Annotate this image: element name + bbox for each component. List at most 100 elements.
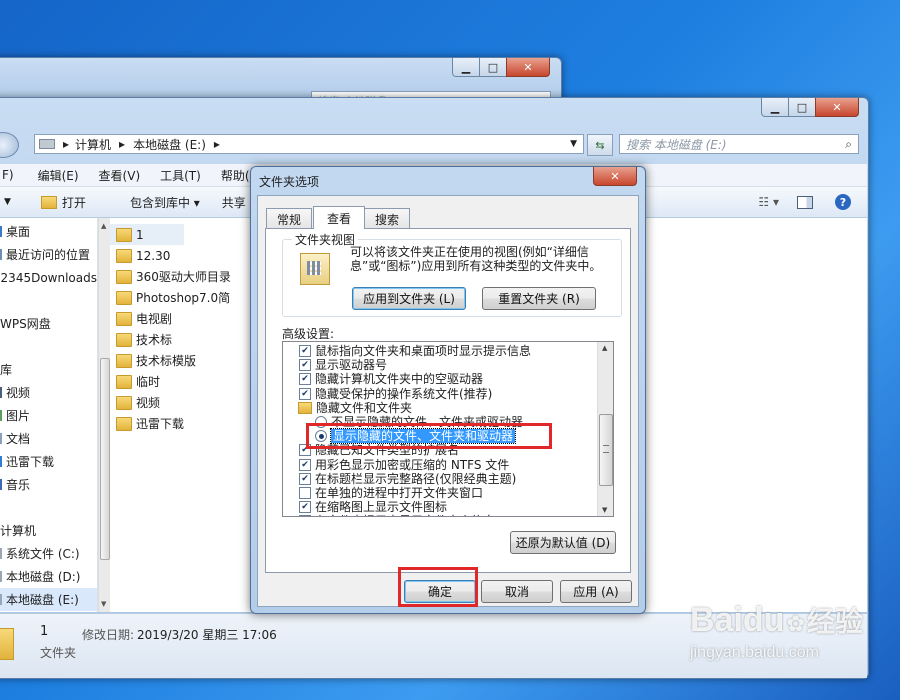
checkbox-checked[interactable]: ✔ — [299, 458, 311, 471]
advanced-setting-row[interactable]: ✔ 显示驱动器号 — [283, 358, 613, 372]
folder-icon — [116, 374, 132, 389]
nav-item — [0, 289, 97, 312]
checkbox-checked[interactable]: ✔ — [299, 515, 311, 516]
nav-item[interactable]: 本地磁盘 (D:) — [0, 565, 97, 588]
advanced-setting-label: 鼠标指向文件夹和桌面项时显示提示信息 — [315, 344, 532, 359]
nav-item[interactable]: 本地磁盘 (E:) — [0, 588, 97, 611]
nav-item-label: 本地磁盘 (E:) — [6, 593, 79, 607]
back-arrow-icon[interactable] — [0, 132, 19, 158]
apply-button-label: 应用 (A) — [573, 585, 619, 599]
checkbox-unchecked[interactable] — [299, 486, 311, 499]
nav-item[interactable]: WPS网盘 — [0, 312, 97, 335]
reset-folders-button[interactable]: 重置文件夹 (R) — [482, 287, 596, 310]
nav-item-label: 库 — [0, 363, 13, 377]
nav-item[interactable]: 系统文件 (C:) — [0, 542, 97, 565]
folder-icon — [116, 290, 132, 305]
nav-item[interactable]: 音乐 — [0, 473, 97, 496]
maximize-button[interactable]: □ — [788, 98, 816, 117]
menu-edit[interactable]: 编辑(E) — [24, 167, 89, 184]
help-icon[interactable]: ? — [835, 194, 851, 210]
folder-icon — [116, 311, 132, 326]
nav-item-label: WPS网盘 — [0, 317, 51, 331]
list-item[interactable]: 1 — [110, 224, 184, 245]
checkbox-checked[interactable]: ✔ — [299, 472, 311, 485]
restore-defaults-button[interactable]: 还原为默认值 (D) — [510, 531, 616, 554]
tab-general[interactable]: 常规 — [266, 208, 312, 229]
nav-item-label: 本地磁盘 (D:) — [6, 570, 81, 584]
search-input[interactable]: 搜索 本地磁盘 (E:) ⌕ — [619, 134, 859, 154]
tab-search[interactable]: 搜索 — [364, 208, 410, 229]
advanced-setting-row[interactable]: 隐藏文件和文件夹 — [283, 401, 613, 415]
menu-tools[interactable]: 工具(T) — [150, 167, 211, 184]
breadcrumb-separator: ▸ — [63, 137, 70, 151]
tab-view[interactable]: 查看 — [313, 206, 365, 229]
nav-item-label: 迅雷下载 — [6, 455, 55, 469]
nav-item[interactable]: 桌面 — [0, 220, 97, 243]
file-name: 迅雷下载 — [136, 417, 185, 431]
desktop-icon — [0, 226, 2, 237]
advanced-setting-row[interactable]: ✔ 在缩略图上显示文件图标 — [283, 500, 613, 514]
navigation-scrollbar[interactable]: ▲ ▼ — [98, 218, 110, 612]
breadcrumb-computer[interactable]: 计算机 — [75, 136, 111, 153]
scrollbar-thumb[interactable] — [599, 414, 613, 486]
nav-item[interactable]: 计算机 — [0, 519, 97, 542]
maximize-button[interactable]: □ — [479, 58, 507, 77]
nav-item[interactable]: 2345Downloads — [0, 266, 97, 289]
nav-item-label: 图片 — [6, 409, 31, 423]
tab-view-label: 查看 — [326, 211, 351, 226]
close-button[interactable]: ✕ — [815, 98, 859, 117]
minimize-button[interactable]: ▁ — [761, 98, 789, 117]
apply-button[interactable]: 应用 (A) — [560, 580, 632, 603]
folder-icon — [116, 395, 132, 410]
apply-to-folders-button[interactable]: 应用到文件夹 (L) — [352, 287, 466, 310]
advanced-setting-row[interactable]: ✔ 在文件夹提示中显示文件大小信息 — [283, 514, 613, 516]
advanced-setting-row[interactable]: 在单独的进程中打开文件夹窗口 — [283, 486, 613, 500]
download-icon — [0, 456, 2, 467]
advanced-setting-row[interactable]: ✔ 隐藏受保护的操作系统文件(推荐) — [283, 387, 613, 401]
highlight-annotation-ok — [398, 567, 478, 607]
nav-item[interactable]: 最近访问的位置 — [0, 243, 97, 266]
minimize-button[interactable]: ▁ — [452, 58, 480, 77]
nav-item[interactable]: 库 — [0, 358, 97, 381]
baidu-watermark: Baidu ✿ 经验 jingyan.baidu.com — [690, 600, 890, 690]
menu-view[interactable]: 查看(V) — [89, 167, 151, 184]
checkbox-checked[interactable]: ✔ — [299, 373, 311, 386]
advanced-setting-row[interactable]: ✔ 隐藏计算机文件夹中的空驱动器 — [283, 372, 613, 386]
checkbox-checked[interactable]: ✔ — [299, 387, 311, 400]
modified-value: 2019/3/20 星期三 17:06 — [137, 628, 277, 642]
dialog-close-button[interactable]: ✕ — [593, 167, 637, 186]
organize-dropdown-arrow-icon[interactable]: ▼ — [4, 197, 11, 207]
menu-file[interactable]: F) — [0, 168, 24, 182]
nav-item[interactable]: 迅雷下载 — [0, 450, 97, 473]
nav-item[interactable]: 文档 — [0, 427, 97, 450]
open-button[interactable]: 打开 — [40, 194, 108, 211]
advanced-setting-row[interactable]: ✔ 鼠标指向文件夹和桌面项时显示提示信息 — [283, 344, 613, 359]
folder-icon — [298, 401, 312, 414]
drive-icon — [0, 571, 2, 582]
nav-item[interactable]: 图片 — [0, 404, 97, 427]
refresh-button[interactable]: ⇆ — [587, 134, 613, 156]
advanced-setting-row[interactable]: ✔ 在标题栏显示完整路径(仅限经典主题) — [283, 471, 613, 486]
nav-item[interactable]: 视频 — [0, 381, 97, 404]
include-library-button[interactable]: 包含到库中 ▾ — [130, 194, 200, 211]
cancel-button[interactable]: 取消 — [481, 580, 553, 603]
file-name: 技术标 — [136, 333, 173, 347]
checkbox-checked[interactable]: ✔ — [299, 501, 311, 514]
breadcrumb-drive[interactable]: 本地磁盘 (E:) — [133, 136, 206, 153]
close-button[interactable]: ✕ — [506, 58, 550, 77]
nav-item-label: 文档 — [6, 432, 31, 446]
advanced-setting-label: 在标题栏显示完整路径(仅限经典主题) — [315, 471, 517, 486]
preview-pane-icon[interactable] — [797, 195, 813, 209]
address-bar[interactable]: ▸ 计算机 ▸ 本地磁盘 (E:) ▸ ▼ — [34, 134, 584, 154]
checkbox-checked[interactable]: ✔ — [299, 359, 311, 372]
dropdown-arrow-icon[interactable]: ▼ — [570, 139, 577, 149]
advanced-setting-row[interactable]: ✔ 用彩色显示加密或压缩的 NTFS 文件 — [283, 458, 613, 472]
folder-icon — [116, 332, 132, 347]
checkbox-checked[interactable]: ✔ — [299, 345, 311, 358]
share-button[interactable]: 共享 — [222, 194, 246, 211]
tab-search-label: 搜索 — [374, 212, 399, 227]
folder-icon — [116, 248, 132, 263]
advanced-scrollbar[interactable]: ▲ ▼ — [597, 342, 613, 516]
view-options-icon[interactable]: ☷ ▾ — [758, 195, 779, 209]
open-button-label: 打开 — [61, 195, 86, 210]
